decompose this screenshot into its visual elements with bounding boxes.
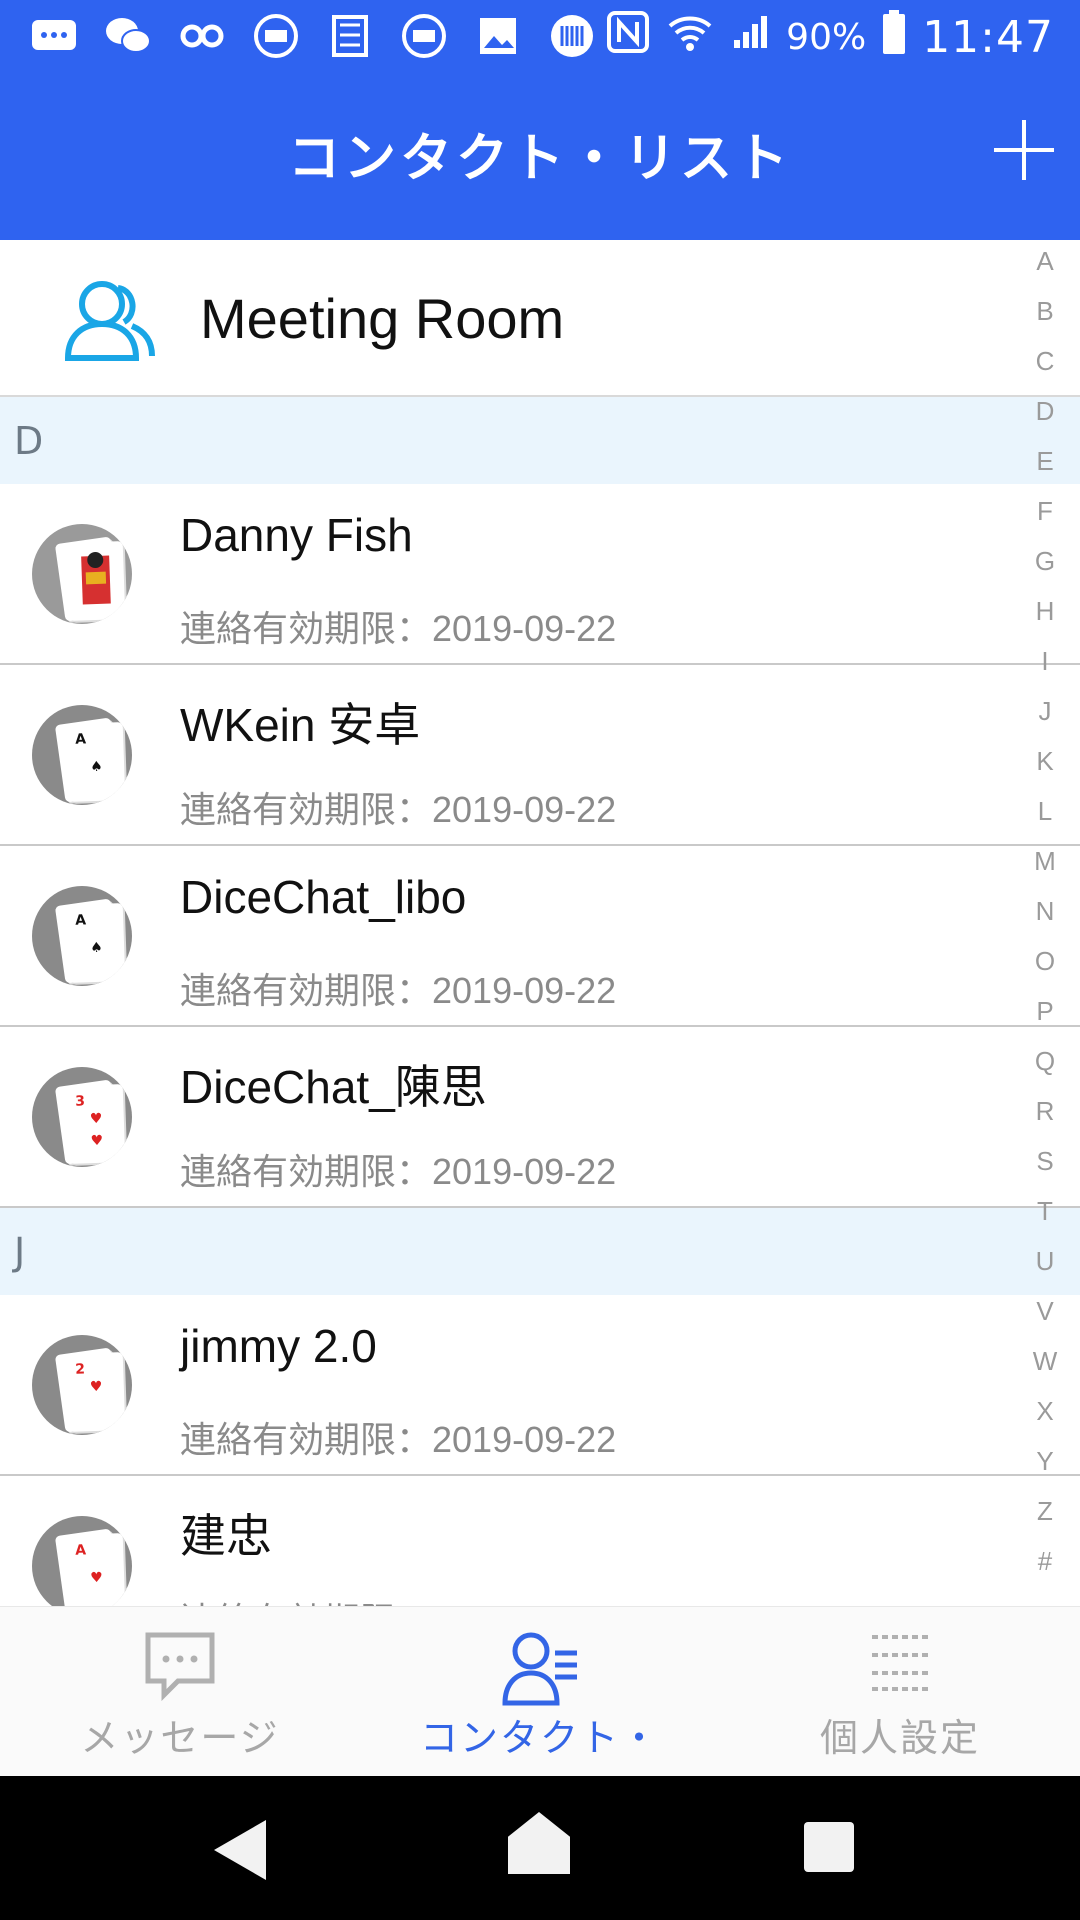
alphabet-letter[interactable]: K — [1020, 736, 1070, 786]
contact-row[interactable]: 3 ♥ ♥ DiceChat_陳思 連絡有効期限：2019-09-22 — [0, 1027, 1080, 1208]
tab-messages[interactable]: メッセージ — [30, 1607, 330, 1777]
contact-row[interactable]: A ♠ WKein 安卓 連絡有効期限：2019-09-22 — [0, 665, 1080, 846]
alphabet-letter[interactable]: H — [1020, 586, 1070, 636]
status-bar: 90% 11:47 — [0, 0, 1080, 76]
alphabet-letter[interactable]: L — [1020, 786, 1070, 836]
contact-expiry: 連絡有効期限：2019-09-22 — [180, 1151, 617, 1192]
system-status: 90% 11:47 — [606, 10, 1054, 64]
nfc-icon — [606, 10, 650, 64]
contact-name: Danny Fish — [180, 509, 413, 561]
alphabet-letter[interactable]: C — [1020, 336, 1070, 386]
alphabet-letter[interactable]: R — [1020, 1086, 1070, 1136]
alphabet-letter[interactable]: T — [1020, 1186, 1070, 1236]
alphabet-letter[interactable]: B — [1020, 286, 1070, 336]
avatar: 3 ♥ ♥ — [32, 1067, 132, 1167]
alphabet-letter[interactable]: J — [1020, 686, 1070, 736]
contact-name: jimmy 2.0 — [180, 1320, 377, 1372]
group-icon — [60, 274, 160, 364]
alphabet-letter[interactable]: Y — [1020, 1436, 1070, 1486]
wifi-icon — [666, 12, 714, 62]
add-contact-button[interactable] — [986, 112, 1062, 188]
tab-contacts[interactable]: コンタクト・ — [390, 1607, 690, 1777]
tab-label: コンタクト・ — [419, 1716, 660, 1760]
contact-row[interactable]: 2 ♥ jimmy 2.0 連絡有効期限：2019-09-22 — [0, 1295, 1080, 1476]
alphabet-letter[interactable]: M — [1020, 836, 1070, 886]
section-letter: D — [14, 419, 44, 463]
battery-icon — [882, 10, 906, 64]
wechat-icon — [102, 12, 154, 60]
alphabet-letter[interactable]: F — [1020, 486, 1070, 536]
alphabet-letter[interactable]: P — [1020, 986, 1070, 1036]
contact-expiry: 連絡有効期限：2019-09-22 — [180, 608, 617, 649]
alphabet-letter[interactable]: O — [1020, 936, 1070, 986]
contact-name: WKein 安卓 — [180, 699, 421, 751]
home-icon[interactable] — [508, 1812, 570, 1874]
bottom-nav: メッセージ コンタクト・ 個人設定 — [0, 1606, 1080, 1776]
avatar: A ♠ — [32, 705, 132, 805]
section-header-d: D — [0, 397, 1080, 484]
contact-name: DiceChat_libo — [180, 871, 467, 923]
alphabet-letter[interactable]: G — [1020, 536, 1070, 586]
meeting-room-row[interactable]: Meeting Room — [0, 240, 1080, 397]
link-icon — [176, 12, 228, 60]
image-icon — [472, 12, 524, 60]
contact-expiry: 連絡有効期限：2019-09-22 — [180, 789, 617, 830]
contact-expiry: 連絡有効期限：2019-09-22 — [180, 1419, 617, 1460]
alphabet-letter[interactable]: A — [1020, 236, 1070, 286]
message-icon — [28, 12, 80, 60]
alphabet-letter[interactable]: # — [1020, 1536, 1070, 1586]
page-title: コンタクト・リスト — [287, 129, 792, 189]
tab-settings[interactable]: 個人設定 — [750, 1607, 1050, 1777]
sim-icon — [324, 12, 376, 60]
clock: 11:47 — [922, 11, 1054, 63]
sf-icon — [398, 12, 450, 60]
section-header-j: J — [0, 1208, 1080, 1295]
contact-name: DiceChat_陳思 — [180, 1061, 487, 1113]
system-navigation-bar — [0, 1776, 1080, 1920]
alphabet-letter[interactable]: U — [1020, 1236, 1070, 1286]
alphabet-letter[interactable]: X — [1020, 1386, 1070, 1436]
app-header: コンタクト・リスト — [0, 76, 1080, 240]
avatar: A ♠ — [32, 886, 132, 986]
signal-icon — [730, 12, 770, 62]
contact-name: 建忠 — [180, 1510, 272, 1562]
contact-expiry: 連絡有効期限：2019-09-22 — [180, 1592, 616, 1606]
back-icon[interactable] — [214, 1820, 266, 1880]
contact-expiry: 連絡有効期限：2019-09-22 — [180, 970, 617, 1011]
contact-row[interactable]: A ♠ DiceChat_libo 連絡有効期限：2019-09-22 — [0, 846, 1080, 1027]
battery-percent: 90% — [786, 16, 867, 58]
alphabet-letter[interactable]: V — [1020, 1286, 1070, 1336]
recent-apps-icon[interactable] — [804, 1822, 854, 1872]
tab-label: メッセージ — [80, 1716, 280, 1760]
chat-bubble-icon — [142, 1629, 218, 1705]
alphabet-letter[interactable]: N — [1020, 886, 1070, 936]
alphabet-letter[interactable]: E — [1020, 436, 1070, 486]
tab-label: 個人設定 — [819, 1716, 980, 1760]
alphabet-index[interactable]: A B C D E F G H I J K L M N O P Q R S T U V W X Y Z # — [1020, 236, 1070, 1586]
barcode-icon — [546, 12, 598, 60]
alphabet-letter[interactable]: S — [1020, 1136, 1070, 1186]
notification-icons — [28, 12, 598, 60]
alphabet-letter[interactable]: W — [1020, 1336, 1070, 1386]
section-letter: J — [14, 1230, 26, 1274]
alphabet-letter[interactable]: I — [1020, 636, 1070, 686]
meeting-room-label: Meeting Room — [200, 287, 565, 350]
menu-list-icon — [868, 1629, 932, 1697]
contact-row[interactable]: Danny Fish 連絡有効期限：2019-09-22 — [0, 484, 1080, 665]
avatar — [32, 524, 132, 624]
alphabet-letter[interactable]: Z — [1020, 1486, 1070, 1536]
avatar: A ♥ — [32, 1516, 132, 1606]
contact-list[interactable]: Meeting Room D Danny Fish 連絡有効期限：2019-09… — [0, 240, 1080, 1606]
contacts-icon — [499, 1629, 581, 1711]
sf-icon — [250, 12, 302, 60]
alphabet-letter[interactable]: Q — [1020, 1036, 1070, 1086]
avatar: 2 ♥ — [32, 1335, 132, 1435]
alphabet-letter[interactable]: D — [1020, 386, 1070, 436]
contact-row[interactable]: A♥ 建忠 連絡有効期限：2019-09-22 — [0, 1476, 1080, 1606]
